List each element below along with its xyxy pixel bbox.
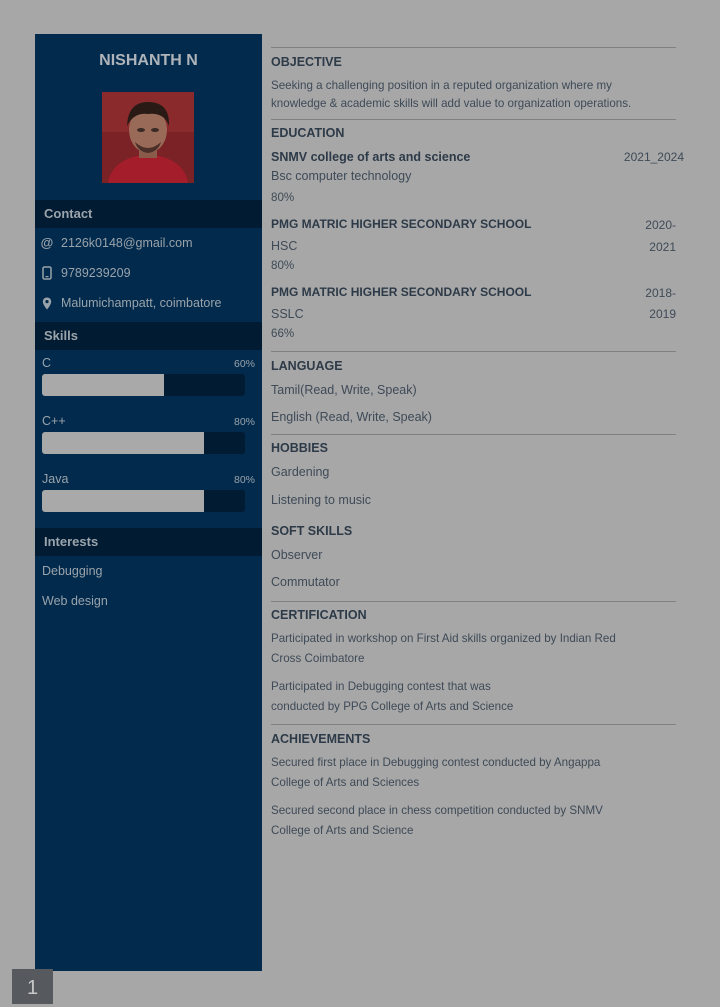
education-year: 2019 — [649, 307, 676, 321]
contact-email[interactable]: @ 2126k0148@gmail.com — [35, 233, 262, 253]
skill-bar — [42, 374, 245, 396]
skill-name: C++ — [42, 414, 66, 428]
skill-bar — [42, 432, 245, 454]
language-item: English (Read, Write, Speak) — [271, 410, 432, 424]
education-school: PMG MATRIC HIGHER SECONDARY SCHOOL — [271, 285, 532, 299]
interests-header: Interests — [35, 528, 262, 556]
skill-bar-fill — [42, 432, 205, 454]
divider — [271, 434, 676, 435]
language-item: Tamil(Read, Write, Speak) — [271, 383, 417, 397]
location-text: Malumichampatt, coimbatore — [61, 296, 222, 310]
education-title: EDUCATION — [271, 126, 345, 140]
certification-title: CERTIFICATION — [271, 608, 367, 622]
education-score: 66% — [271, 327, 295, 340]
skill-bar-fill — [42, 374, 164, 396]
phone-text: 9789239209 — [61, 266, 131, 280]
divider — [271, 601, 676, 602]
candidate-name: NISHANTH N — [99, 52, 198, 69]
certification-line: Participated in Debugging contest that w… — [271, 680, 491, 693]
achievement-line: College of Arts and Sciences — [271, 776, 420, 789]
soft-skills-title: SOFT SKILLS — [271, 524, 353, 538]
hobby-item: Listening to music — [271, 493, 372, 507]
interest-item: Debugging — [42, 564, 103, 578]
sidebar: NISHANTH N Contact @ 2126k0148@gmail.com — [35, 34, 262, 971]
soft-skill-item: Commutator — [271, 575, 340, 589]
skill-percent: 80% — [233, 474, 255, 486]
achievement-line: College of Arts and Science — [271, 824, 414, 837]
divider — [271, 47, 676, 48]
page-number-badge: 1 — [12, 969, 53, 1004]
skill-name: Java — [42, 472, 69, 486]
skill-name: C — [42, 356, 52, 370]
interest-item: Web design — [42, 594, 108, 608]
contact-header: Contact — [35, 200, 262, 228]
education-course: Bsc computer technology — [271, 169, 412, 183]
divider — [271, 724, 676, 725]
hobby-item: Gardening — [271, 465, 330, 479]
language-title: LANGUAGE — [271, 359, 343, 373]
education-course: SSLC — [271, 307, 304, 321]
education-course: HSC — [271, 239, 298, 253]
education-year: 2020- — [645, 218, 676, 232]
certification-line: Cross Coimbatore — [271, 652, 365, 665]
education-year: 2021 — [649, 240, 676, 254]
objective-line: knowledge & academic skills will add val… — [271, 97, 632, 110]
location-pin-icon — [40, 293, 54, 316]
at-icon: @ — [40, 235, 54, 250]
objective-line: Seeking a challenging position in a repu… — [271, 79, 612, 92]
skill-percent: 60% — [233, 358, 255, 370]
main-content: OBJECTIVE Seeking a challenging position… — [271, 34, 684, 971]
resume-page: NISHANTH N Contact @ 2126k0148@gmail.com — [35, 34, 684, 971]
certification-line: Participated in workshop on First Aid sk… — [271, 632, 616, 645]
profile-photo — [102, 92, 194, 183]
education-year: 2021_2024 — [623, 150, 684, 164]
education-score: 80% — [271, 191, 295, 204]
objective-title: OBJECTIVE — [271, 55, 342, 69]
achievement-line: Secured second place in chess competitio… — [271, 804, 603, 817]
education-school: SNMV college of arts and science — [271, 150, 471, 164]
hobbies-title: HOBBIES — [271, 441, 328, 455]
education-year: 2018- — [645, 286, 676, 300]
skill-percent: 80% — [233, 416, 255, 428]
email-text: 2126k0148@gmail.com — [61, 236, 193, 250]
contact-phone[interactable]: 9789239209 — [35, 263, 262, 283]
achievement-line: Secured first place in Debugging contest… — [271, 756, 601, 769]
skill-bar-fill — [42, 490, 205, 512]
skills-header: Skills — [35, 322, 262, 350]
contact-location: Malumichampatt, coimbatore — [35, 293, 262, 313]
phone-icon — [40, 263, 54, 286]
soft-skill-item: Observer — [271, 548, 323, 562]
education-school: PMG MATRIC HIGHER SECONDARY SCHOOL — [271, 217, 532, 231]
divider — [271, 351, 676, 352]
achievements-title: ACHIEVEMENTS — [271, 732, 371, 746]
skill-bar — [42, 490, 245, 512]
education-score: 80% — [271, 259, 295, 272]
divider — [271, 119, 676, 120]
certification-line: conducted by PPG College of Arts and Sci… — [271, 700, 514, 713]
